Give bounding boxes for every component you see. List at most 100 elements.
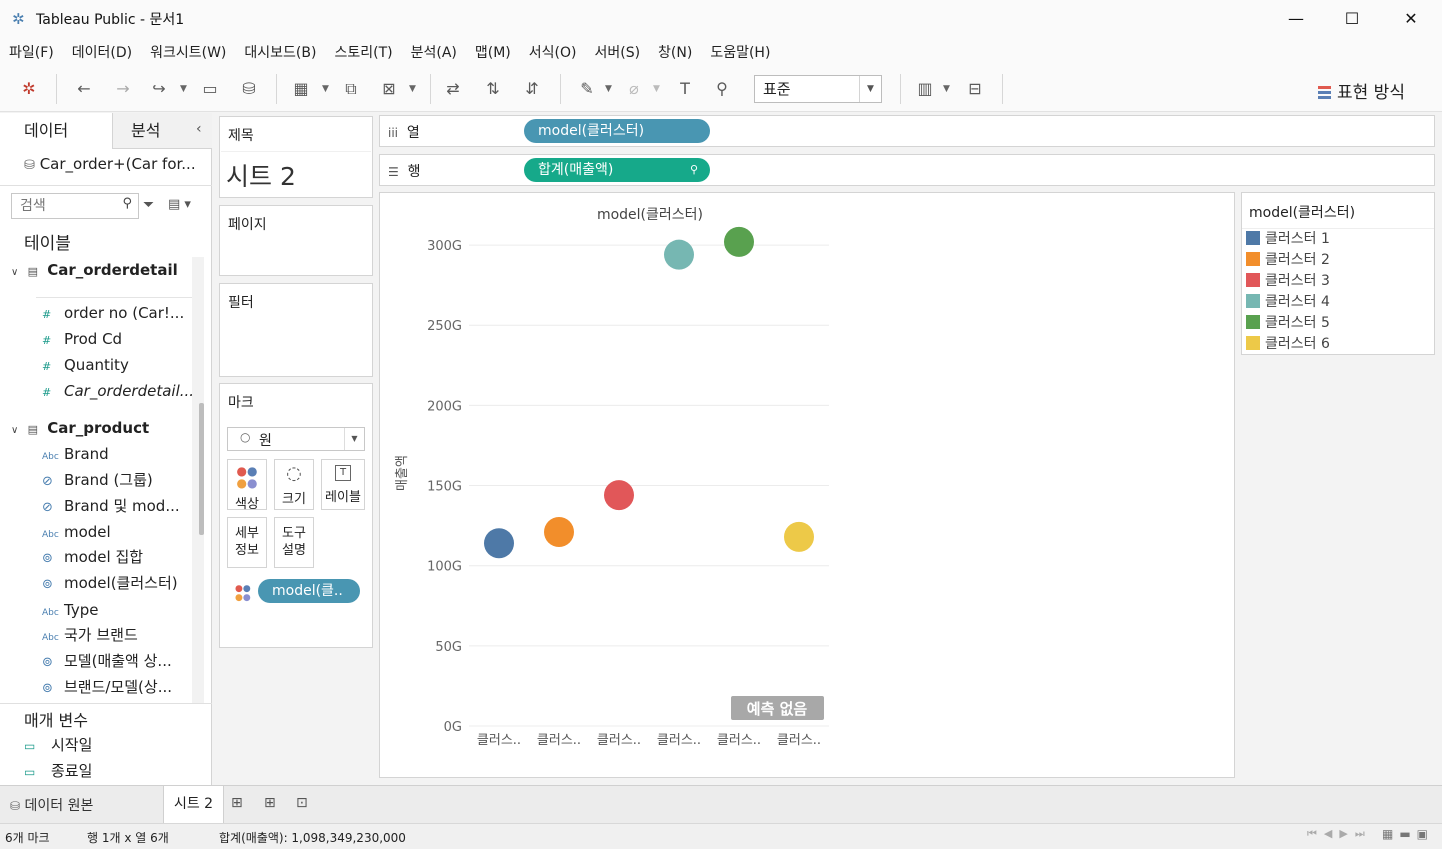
tab-sheet-2[interactable]: 시트 2: [163, 786, 224, 823]
legend-item[interactable]: 클러스터 1: [1246, 229, 1330, 249]
field-item[interactable]: Abc model: [42, 520, 111, 544]
data-point[interactable]: [544, 517, 574, 548]
group-caret-icon[interactable]: ▼: [653, 78, 663, 100]
field-item[interactable]: ⊘ Brand (그룹): [42, 468, 153, 492]
show-me-button[interactable]: 표현 방식: [1318, 78, 1405, 103]
tab-data-source[interactable]: ⛁ 데이터 원본: [10, 795, 93, 815]
new-worksheet-icon[interactable]: ⊞: [231, 795, 243, 811]
filter-icon[interactable]: ⏷: [143, 197, 154, 213]
menu-window[interactable]: 창(N): [658, 42, 692, 62]
filters-card[interactable]: 필터: [219, 283, 373, 377]
menu-story[interactable]: 스토리(T): [334, 42, 392, 62]
scrollbar-thumb[interactable]: [199, 403, 204, 535]
data-point[interactable]: [664, 239, 694, 270]
rows-pill[interactable]: 합계(매출액) ⚲: [524, 158, 710, 182]
labels-icon[interactable]: T: [674, 78, 696, 100]
view-options-icon[interactable]: ▤ ▾: [168, 197, 191, 212]
chart-title[interactable]: model(클러스터): [597, 207, 703, 223]
field-item[interactable]: # Prod Cd: [42, 327, 122, 351]
legend-item[interactable]: 클러스터 6: [1246, 334, 1330, 354]
field-item[interactable]: Abc Type: [42, 598, 98, 622]
legend-item[interactable]: 클러스터 3: [1246, 271, 1330, 291]
color-button[interactable]: ●● ●● 색상: [227, 459, 267, 512]
undo-icon[interactable]: ←: [73, 78, 95, 100]
field-item[interactable]: ⊚ model(클러스터): [42, 571, 178, 595]
legend-title[interactable]: model(클러스터): [1249, 202, 1355, 222]
search-input[interactable]: [20, 195, 120, 217]
field-item[interactable]: # Quantity: [42, 353, 129, 377]
highlight-caret-icon[interactable]: ▼: [605, 78, 615, 100]
collapse-pane-icon[interactable]: ‹: [196, 121, 202, 137]
group-icon[interactable]: ⌀: [623, 78, 645, 100]
legend-item[interactable]: 클러스터 4: [1246, 292, 1330, 312]
tab-analytics[interactable]: 분석: [131, 113, 160, 149]
data-point[interactable]: [604, 480, 634, 511]
field-item[interactable]: # order no (Car!...: [42, 301, 184, 325]
presentation-mode-icon[interactable]: ⊟: [964, 78, 986, 100]
replay-icon[interactable]: ↪: [148, 78, 170, 100]
legend-item[interactable]: 클러스터 5: [1246, 313, 1330, 333]
clear-sheet-caret-icon[interactable]: ▼: [409, 78, 419, 100]
tab-data[interactable]: 데이터: [0, 113, 112, 149]
parameter-item[interactable]: ▭ 시작일: [24, 733, 92, 757]
new-story-icon[interactable]: ⊡: [296, 795, 308, 811]
field-item[interactable]: # Car_orderdetail...: [42, 379, 194, 403]
fit-select[interactable]: 표준 ▼: [754, 75, 882, 103]
redo-icon[interactable]: →: [112, 78, 134, 100]
tooltip-button[interactable]: 도구 설명: [274, 517, 314, 568]
datasource-item[interactable]: ⛁ Car_order+(Car for...: [24, 155, 196, 173]
new-worksheet-caret-icon[interactable]: ▼: [322, 78, 332, 100]
field-item[interactable]: ⊘ Brand 및 mod...: [42, 494, 180, 518]
parameter-item[interactable]: ▭ 종료일: [24, 759, 92, 783]
page-nav-icons[interactable]: ⏮◀▶⏭: [1307, 827, 1372, 841]
sheet-title[interactable]: 시트 2: [226, 157, 296, 193]
menu-analysis[interactable]: 분석(A): [411, 42, 457, 62]
minimize-button[interactable]: —: [1267, 0, 1325, 37]
legend-item[interactable]: 클러스터 2: [1246, 250, 1330, 270]
label-button[interactable]: T 레이블: [321, 459, 365, 510]
new-worksheet-icon[interactable]: ▦: [290, 78, 312, 100]
table-car-product[interactable]: ∨ ▤ Car_product: [11, 419, 149, 437]
y-axis-label[interactable]: 매출액: [395, 455, 410, 491]
menu-map[interactable]: 맵(M): [475, 42, 511, 62]
new-dashboard-icon[interactable]: ⊞: [264, 795, 276, 811]
pin-icon[interactable]: ⚲: [711, 78, 733, 100]
new-datasource-icon[interactable]: ⛁: [238, 78, 260, 100]
menu-help[interactable]: 도움말(H): [710, 42, 770, 62]
color-field-pill[interactable]: model(클..: [258, 579, 360, 603]
field-item[interactable]: ⊚ model 집합: [42, 545, 143, 569]
close-button[interactable]: ✕: [1382, 0, 1440, 37]
data-point[interactable]: [484, 528, 514, 559]
detail-button[interactable]: 세부 정보: [227, 517, 267, 568]
sort-ascending-icon[interactable]: ⇅: [482, 78, 504, 100]
replay-caret-icon[interactable]: ▼: [180, 78, 190, 100]
view-mode-icons[interactable]: ▦▬▣: [1382, 827, 1434, 841]
search-field[interactable]: ⚲: [11, 193, 139, 219]
field-item[interactable]: Abc Brand: [42, 442, 109, 466]
swap-axes-icon[interactable]: ⇄: [442, 78, 464, 100]
field-item[interactable]: ⊚ 브랜드/모델(상...: [42, 675, 172, 699]
mark-type-select[interactable]: ○ 원 ▼: [227, 427, 365, 451]
field-item[interactable]: ⊚ 모델(매출액 상...: [42, 649, 172, 673]
menu-server[interactable]: 서버(S): [594, 42, 640, 62]
show-cards-icon[interactable]: ▥: [914, 78, 936, 100]
tableau-home-icon[interactable]: ✲: [18, 78, 40, 100]
clear-sheet-icon[interactable]: ⊠: [378, 78, 400, 100]
menu-dashboard[interactable]: 대시보드(B): [244, 42, 316, 62]
pages-card[interactable]: 페이지: [219, 205, 373, 276]
highlight-icon[interactable]: ✎: [576, 78, 598, 100]
menu-file[interactable]: 파일(F): [9, 42, 54, 62]
show-cards-caret-icon[interactable]: ▼: [943, 78, 953, 100]
size-button[interactable]: ◌ 크기: [274, 459, 314, 510]
data-point[interactable]: [724, 226, 754, 257]
data-point[interactable]: [784, 521, 814, 552]
duplicate-sheet-icon[interactable]: ⧉: [340, 78, 362, 100]
menu-format[interactable]: 서식(O): [529, 42, 577, 62]
menu-worksheet[interactable]: 워크시트(W): [150, 42, 226, 62]
field-item[interactable]: Abc 국가 브랜드: [42, 623, 138, 647]
sort-descending-icon[interactable]: ⇵: [521, 78, 543, 100]
save-icon[interactable]: ▭: [199, 78, 221, 100]
no-forecast-badge[interactable]: 예측 없음: [747, 700, 808, 718]
columns-pill[interactable]: model(클러스터): [524, 119, 710, 143]
maximize-button[interactable]: ☐: [1323, 0, 1381, 37]
